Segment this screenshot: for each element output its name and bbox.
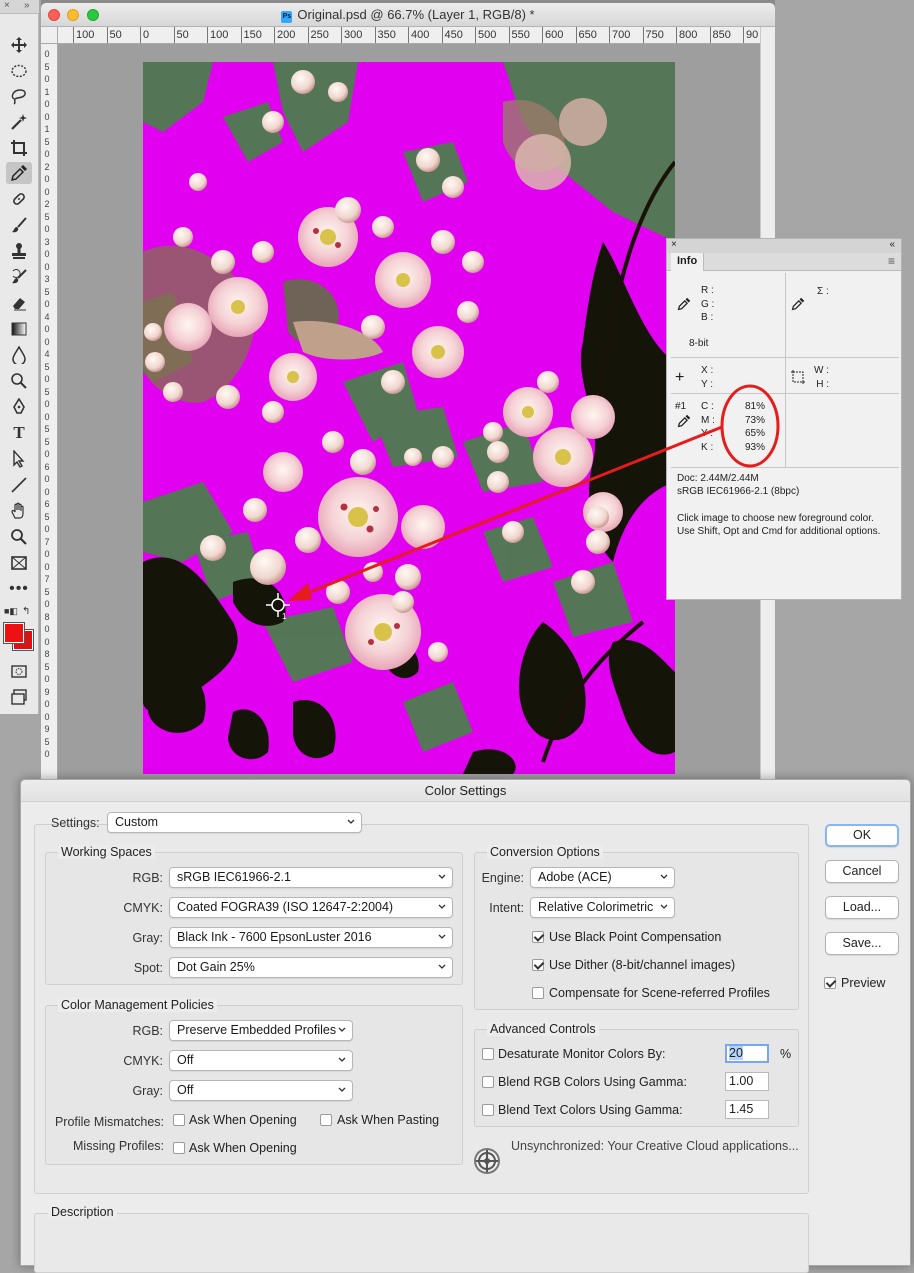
black-point-checkbox[interactable] [532,931,544,943]
ws-cmyk-select[interactable]: Coated FOGRA39 (ISO 12647-2:2004) [169,897,453,918]
intent-label: Intent: [489,901,524,915]
annotation-arrow-head [288,583,312,601]
description-group [34,1213,809,1273]
scene-referred-checkbox[interactable] [532,987,544,999]
ws-spot-label: Spot: [133,961,163,975]
cmyk-highlight-ellipse [720,384,780,468]
chevron-down-icon [438,874,446,879]
policy-rgb-select[interactable]: Preserve Embedded Profiles [169,1020,353,1041]
settings-label: Settings: [51,816,100,830]
ws-gray-label: Gray: [132,931,163,945]
blend-rgb-input[interactable]: 1.00 [725,1072,769,1091]
chevron-down-icon [338,1057,346,1062]
description-title: Description [48,1205,117,1219]
mismatch-ask-opening-label: Ask When Opening [189,1113,297,1127]
chevron-down-icon [438,934,446,939]
chevron-down-icon [338,1027,346,1032]
preview-label: Preview [841,976,886,990]
save-button[interactable]: Save... [825,932,899,955]
chevron-down-icon [338,1087,346,1092]
percent-label: % [780,1047,792,1061]
missing-ask-opening-checkbox[interactable] [173,1142,185,1154]
engine-label: Engine: [481,871,524,885]
ws-spot-select[interactable]: Dot Gain 25% [169,957,453,978]
blend-text-label: Blend Text Colors Using Gamma: [498,1103,683,1117]
blend-rgb-label: Blend RGB Colors Using Gamma: [498,1075,687,1089]
desaturate-input[interactable]: 20 [725,1044,769,1063]
policy-gray-label: Gray: [132,1084,163,1098]
advanced-title: Advanced Controls [487,1022,599,1036]
chevron-down-icon [438,904,446,909]
black-point-label: Use Black Point Compensation [549,930,722,944]
profile-mismatches-label: Profile Mismatches: [54,1115,164,1129]
conversion-title: Conversion Options [487,845,603,859]
policy-cmyk-label: CMYK: [123,1054,163,1068]
intent-select[interactable]: Relative Colorimetric [530,897,675,918]
desaturate-label: Desaturate Monitor Colors By: [498,1047,666,1061]
mismatch-ask-opening-checkbox[interactable] [173,1114,185,1126]
engine-select[interactable]: Adobe (ACE) [530,867,675,888]
policy-gray-select[interactable]: Off [169,1080,353,1101]
chevron-down-icon [660,874,668,879]
settings-select[interactable]: Custom [107,812,362,833]
mismatch-ask-pasting-label: Ask When Pasting [337,1113,440,1127]
missing-profiles-label: Missing Profiles: [73,1139,164,1153]
blend-text-input[interactable]: 1.45 [725,1100,769,1119]
blend-rgb-checkbox[interactable] [482,1076,494,1088]
policy-rgb-label: RGB: [132,1024,163,1038]
ws-gray-select[interactable]: Black Ink - 7600 EpsonLuster 2016 [169,927,453,948]
mismatch-ask-pasting-checkbox[interactable] [320,1114,332,1126]
color-settings-dialog: Color Settings Settings: Custom Working … [20,779,911,1273]
chevron-down-icon [347,819,355,824]
desaturate-checkbox[interactable] [482,1048,494,1060]
ok-button[interactable]: OK [825,824,899,847]
ws-cmyk-label: CMYK: [123,901,163,915]
dialog-title: Color Settings [21,780,910,802]
scene-referred-label: Compensate for Scene-referred Profiles [549,986,770,1000]
policy-cmyk-select[interactable]: Off [169,1050,353,1071]
sync-status-text: Unsynchronized: Your Creative Cloud appl… [511,1139,799,1153]
cancel-button[interactable]: Cancel [825,860,899,883]
chevron-down-icon [438,964,446,969]
policies-title: Color Management Policies [58,998,217,1012]
load-button[interactable]: Load... [825,896,899,919]
blend-text-checkbox[interactable] [482,1104,494,1116]
dither-checkbox[interactable] [532,959,544,971]
chevron-down-icon [660,904,668,909]
sync-status-icon [472,1146,502,1179]
missing-ask-opening-label: Ask When Opening [189,1141,297,1155]
ws-rgb-label: RGB: [132,871,163,885]
dither-label: Use Dither (8-bit/channel images) [549,958,736,972]
preview-checkbox[interactable] [824,977,836,989]
working-spaces-title: Working Spaces [58,845,155,859]
annotation-arrow-line [299,425,723,598]
ws-rgb-select[interactable]: sRGB IEC61966-2.1 [169,867,453,888]
